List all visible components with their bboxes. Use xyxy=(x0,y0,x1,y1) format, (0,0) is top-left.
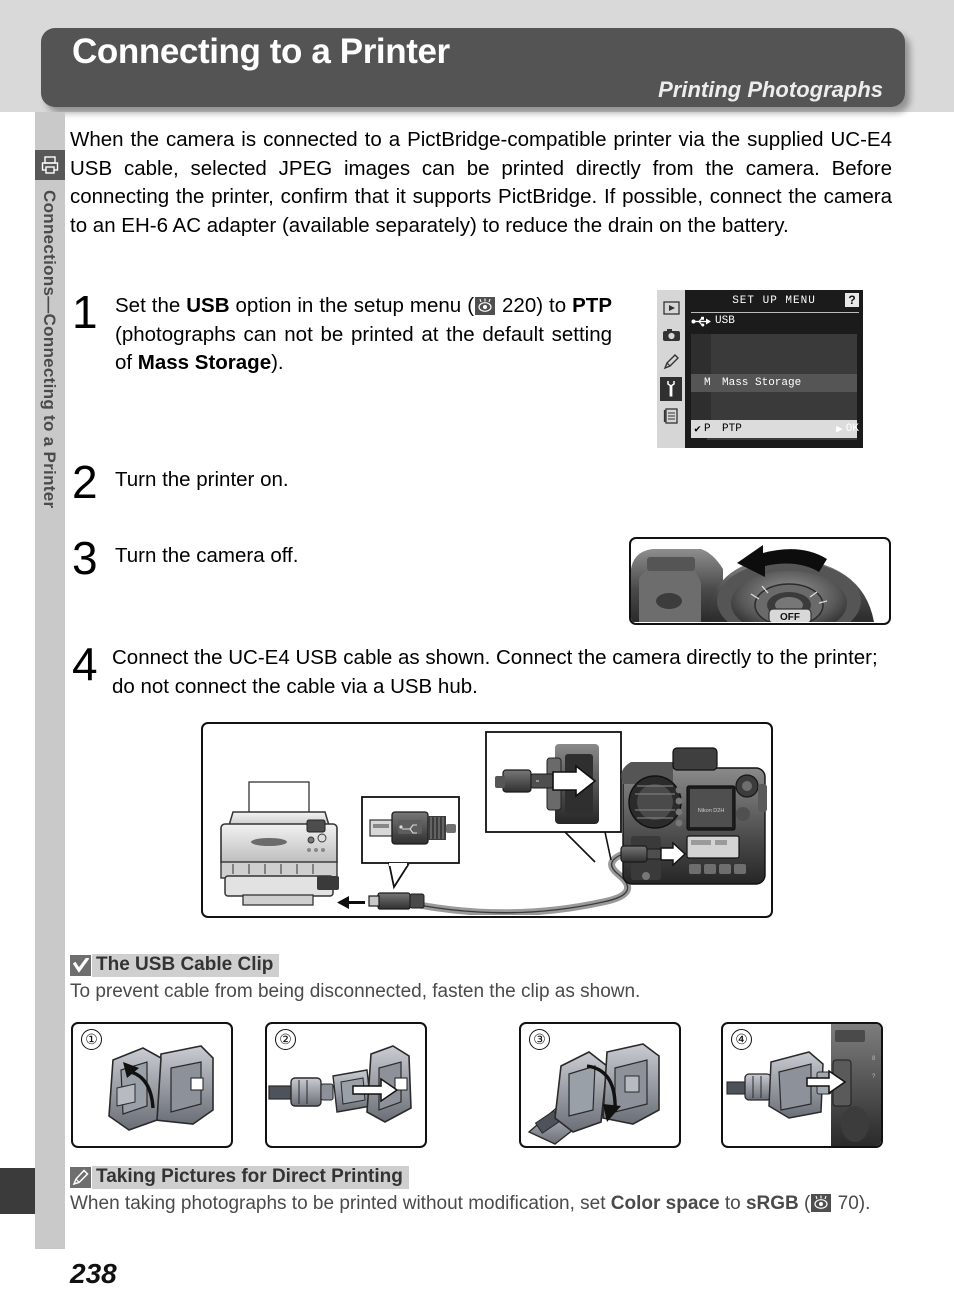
clip-open-illustration: ① xyxy=(71,1022,233,1148)
note2-part-2: to xyxy=(719,1193,746,1214)
note2-part-1: When taking photographs to be printed wi… xyxy=(70,1193,611,1214)
camera-port-callout xyxy=(485,731,622,863)
menu-row-code-1: M xyxy=(704,377,711,389)
page-section-subtitle: Printing Photographs xyxy=(658,77,883,102)
note-usb-cable-clip-body: To prevent cable from being disconnected… xyxy=(70,981,641,1002)
step-1-part-3: 220) to xyxy=(496,294,573,317)
chapter-tab-label-wrap: Connections—Connecting to a Printer xyxy=(35,188,65,618)
shooting-menu-icon[interactable] xyxy=(660,323,682,347)
step-1: 1 Set the USB option in the setup menu (… xyxy=(72,286,612,378)
step-3-text: Turn the camera off. xyxy=(115,544,299,567)
step-4-text: Connect the UC-E4 USB cable as shown. Co… xyxy=(112,646,878,698)
page-reference-eye-icon xyxy=(475,297,496,315)
printer-illustration xyxy=(220,781,339,906)
power-switch-off-label: OFF xyxy=(780,612,800,622)
page-number: 238 xyxy=(70,1258,117,1289)
step-1-text: Set the USB option in the setup menu ( 2… xyxy=(115,292,612,378)
step-2-text: Turn the printer on. xyxy=(115,468,289,491)
note2-part-3: ( xyxy=(798,1193,811,1214)
usb-connector-callout xyxy=(361,796,460,890)
chapter-edge-marker xyxy=(0,1168,35,1214)
step-2: 2 Turn the printer on. xyxy=(72,459,612,505)
usb-symbol-icon xyxy=(691,316,711,326)
note-taking-pictures: Taking Pictures for Direct Printing When… xyxy=(70,1166,892,1218)
step-1-part-1: Set the xyxy=(115,294,187,317)
step-4-number: 4 xyxy=(72,638,98,690)
note-taking-pictures-title: Taking Pictures for Direct Printing xyxy=(92,1166,409,1189)
clip-insert-cable-illustration: ② xyxy=(265,1022,427,1148)
note2-bold-srgb: sRGB xyxy=(745,1193,799,1214)
camera-lcd-text: Nikon D2H xyxy=(698,808,725,814)
menu-screen: SET UP MENU ? USB M Mass Storage ✔ P PTP… xyxy=(685,290,863,448)
note2-bold-color-space: Color space xyxy=(610,1193,720,1214)
clip-attach-to-camera-illustration: ④ 8? xyxy=(721,1022,883,1148)
step-4: 4 Connect the UC-E4 USB cable as shown. … xyxy=(72,638,894,701)
clip-step-number-2: ② xyxy=(275,1029,296,1050)
note-usb-cable-clip: The USB Cable Clip To prevent cable from… xyxy=(70,954,892,1006)
printer-usb-plug xyxy=(368,892,425,910)
help-badge-icon[interactable]: ? xyxy=(845,293,859,307)
pencil-note-icon xyxy=(70,1167,91,1188)
setup-menu-wrench-icon[interactable] xyxy=(660,377,682,401)
step-1-bold-mass-storage: Mass Storage xyxy=(137,351,272,374)
usb-option-label-row: USB xyxy=(691,315,735,327)
step-1-bold-usb: USB xyxy=(186,294,230,317)
note2-part-4: 70). xyxy=(832,1193,871,1214)
camera-illustration: Nikon D2H xyxy=(621,747,767,885)
step-1-part-5: ). xyxy=(271,351,284,374)
menu-title: SET UP MENU xyxy=(732,295,816,307)
clip-step-number-1: ① xyxy=(81,1029,102,1050)
playback-icon[interactable] xyxy=(660,296,682,320)
note-usb-cable-clip-head: The USB Cable Clip xyxy=(70,954,892,977)
note-usb-cable-clip-title: The USB Cable Clip xyxy=(92,954,280,977)
note-taking-pictures-body: When taking photographs to be printed wi… xyxy=(70,1191,892,1218)
ok-label: OK xyxy=(845,423,859,435)
printer-connect-arrow-icon xyxy=(337,896,365,909)
menu-title-divider xyxy=(691,312,859,313)
recent-settings-icon[interactable] xyxy=(660,404,682,428)
menu-row-mass-storage[interactable]: M Mass Storage xyxy=(691,374,857,392)
clip-step-number-4: ④ xyxy=(731,1029,752,1050)
page-reference-eye-icon-2 xyxy=(811,1194,832,1212)
page-header: Connecting to a Printer Printing Photogr… xyxy=(41,28,905,107)
menu-row-code-2: P xyxy=(704,423,711,435)
menu-row-ptp[interactable]: ✔ P PTP xyxy=(691,420,857,438)
warning-check-icon xyxy=(70,955,91,976)
ok-arrow-icon: ▶ xyxy=(836,424,843,436)
setup-menu-screenshot: SET UP MENU ? USB M Mass Storage ✔ P PTP… xyxy=(657,290,863,448)
step-2-number: 2 xyxy=(72,456,98,508)
clip-step-number-3: ③ xyxy=(529,1029,550,1050)
usb-label: USB xyxy=(715,315,735,327)
menu-row-label-1: Mass Storage xyxy=(722,377,802,389)
step-3-number: 3 xyxy=(72,532,98,584)
chapter-tab-label: Connections—Connecting to a Printer xyxy=(40,190,59,509)
step-1-part-2: option in the setup menu ( xyxy=(229,294,475,317)
power-switch-off-illustration: OFF xyxy=(629,537,891,625)
step-1-bold-ptp: PTP xyxy=(572,294,612,317)
intro-paragraph: When the camera is connected to a PictBr… xyxy=(70,128,892,237)
menu-tab-strip xyxy=(657,290,685,448)
clip-close-illustration: ③ xyxy=(519,1022,681,1148)
custom-settings-pencil-icon[interactable] xyxy=(660,350,682,374)
camera-to-printer-usb-connection-illustration: Nikon D2H xyxy=(201,722,773,918)
menu-ok-hint: ▶ OK xyxy=(836,420,859,438)
menu-row-check-2: ✔ xyxy=(694,424,701,436)
step-1-number: 1 xyxy=(72,286,98,338)
printer-icon xyxy=(35,150,65,180)
note-taking-pictures-head: Taking Pictures for Direct Printing xyxy=(70,1166,892,1189)
page-title: Connecting to a Printer xyxy=(72,32,450,71)
step-3: 3 Turn the camera off. xyxy=(72,535,612,581)
